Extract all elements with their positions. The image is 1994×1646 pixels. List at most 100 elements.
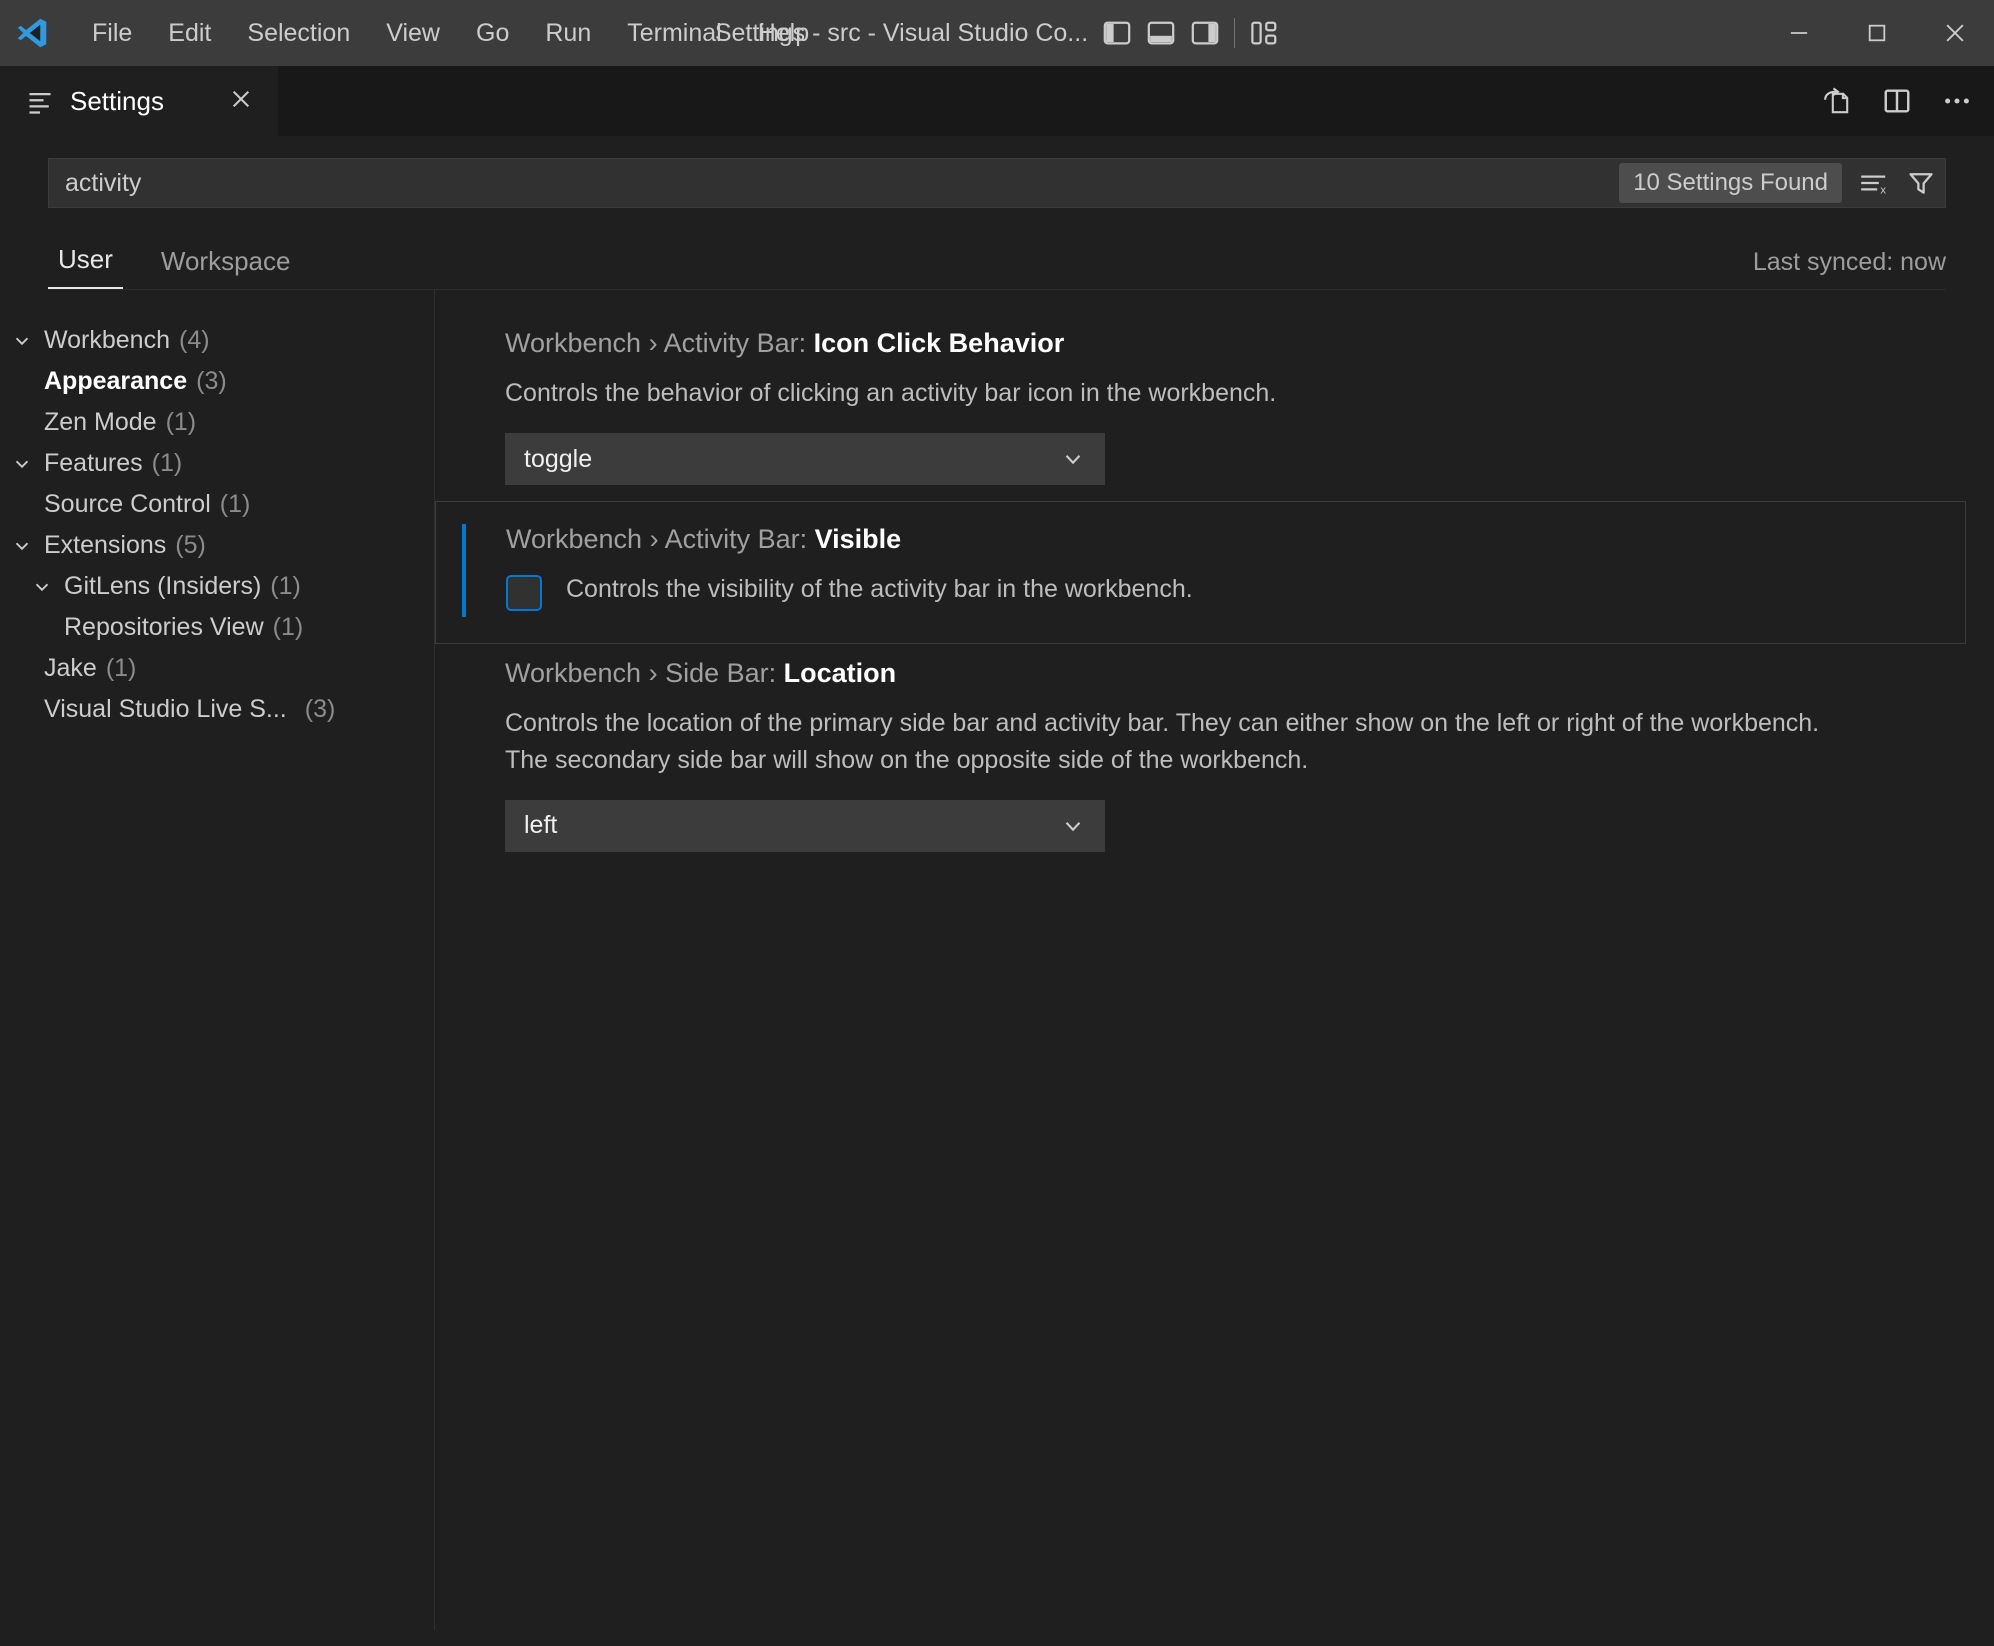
menu-item-edit[interactable]: Edit (150, 12, 229, 54)
minimize-button[interactable] (1760, 0, 1838, 66)
tab-settings[interactable]: Settings (0, 66, 278, 136)
setting-title-middle: Side Bar: (665, 658, 777, 689)
toc-item-gitlens-insiders[interactable]: GitLens (Insiders) (1) (0, 566, 434, 607)
menu-item-view[interactable]: View (368, 12, 458, 54)
setting-item-icon-click-behavior[interactable]: Workbench › Activity Bar: Icon Click Beh… (435, 314, 1966, 501)
toc-item-count: (4) (179, 326, 210, 354)
setting-title: Workbench › Activity Bar: Icon Click Beh… (505, 328, 1065, 358)
toc-item-label: Zen Mode (44, 408, 157, 436)
menu-bar: File Edit Selection View Go Run Terminal… (74, 12, 827, 54)
select-value: left (524, 811, 558, 840)
chevron-down-icon[interactable] (1060, 813, 1086, 839)
select-value: toggle (524, 444, 593, 473)
more-actions-icon[interactable] (1942, 86, 1972, 116)
menu-item-help[interactable]: Help (740, 12, 827, 54)
setting-description: Controls the visibility of the activity … (566, 575, 1193, 604)
toc-item-count: (3) (196, 367, 227, 395)
setting-item-activity-bar-visible[interactable]: Workbench › Activity Bar: Visible Contro… (435, 501, 1966, 645)
toc-item-repositories-view[interactable]: Repositories View (1) (0, 607, 434, 648)
menu-item-file[interactable]: File (74, 12, 150, 54)
customize-layout-icon[interactable] (1249, 18, 1279, 48)
menu-item-run[interactable]: Run (527, 12, 609, 54)
toc-item-source-control[interactable]: Source Control (1) (0, 484, 434, 525)
setting-checkbox-row: Controls the visibility of the activity … (506, 571, 1905, 612)
setting-title: Workbench › Activity Bar: Visible (506, 524, 902, 555)
toc-item-label: Source Control (44, 490, 211, 518)
chevron-down-icon[interactable] (0, 330, 44, 352)
chevron-down-icon[interactable] (0, 453, 44, 475)
setting-title-prefix: Workbench (505, 328, 642, 358)
search-controls: 10 Settings Found x (1619, 158, 1936, 208)
editor-actions (1820, 66, 1972, 136)
maximize-button[interactable] (1838, 0, 1916, 66)
setting-select-side-bar-location[interactable]: left (505, 799, 1105, 852)
toc-item-zen-mode[interactable]: Zen Mode (1) (0, 402, 434, 443)
setting-title-name: Visible (814, 524, 902, 555)
setting-select-icon-click-behavior[interactable]: toggle (505, 433, 1105, 486)
toc-item-visual-studio-live-share[interactable]: Visual Studio Live S... (3) (0, 689, 434, 730)
filter-settings-icon[interactable] (1906, 169, 1936, 197)
toc-item-label: GitLens (Insiders) (64, 572, 262, 600)
chevron-down-icon[interactable] (20, 576, 64, 598)
title-bar: File Edit Selection View Go Run Terminal… (0, 0, 1994, 66)
settings-results-list[interactable]: Workbench › Activity Bar: Icon Click Beh… (435, 290, 1994, 1630)
setting-description: Controls the behavior of clicking an act… (505, 379, 1277, 407)
toc-item-count: (1) (272, 613, 304, 641)
setting-description: Controls the location of the primary sid… (505, 709, 1820, 774)
tab-workspace[interactable]: Workspace (151, 246, 301, 289)
toggle-primary-sidebar-icon[interactable] (1102, 18, 1132, 48)
menu-item-terminal[interactable]: Terminal (609, 12, 739, 54)
toc-item-label: Repositories View (64, 613, 264, 641)
close-button[interactable] (1916, 0, 1994, 66)
settings-body: Workbench (4) Appearance (3) Zen Mode (1… (0, 290, 1994, 1630)
toc-item-count: (1) (219, 490, 251, 518)
toc-item-label: Extensions (44, 531, 167, 559)
toc-item-count: (3) (304, 695, 336, 723)
settings-header: activity 10 Settings Found x User Worksp… (0, 136, 1994, 290)
tab-user[interactable]: User (48, 244, 123, 289)
vscode-logo-icon (0, 15, 64, 51)
toggle-panel-icon[interactable] (1146, 18, 1176, 48)
setting-checkbox-activity-bar-visible[interactable] (506, 575, 542, 612)
toc-item-extensions[interactable]: Extensions (5) (0, 525, 434, 566)
setting-title-middle: Activity Bar: (664, 524, 808, 555)
last-synced-label: Last synced: now (1752, 248, 1946, 276)
settings-found-badge: 10 Settings Found (1619, 163, 1842, 203)
toc-item-label: Workbench (44, 326, 170, 354)
setting-item-side-bar-location[interactable]: Workbench › Side Bar: Location Controls … (435, 644, 1966, 868)
chevron-down-icon[interactable] (0, 535, 44, 557)
search-input-value: activity (65, 168, 142, 197)
close-icon[interactable] (228, 86, 254, 117)
search-row: activity 10 Settings Found x (48, 158, 1946, 208)
toc-item-label: Appearance (44, 367, 188, 395)
open-settings-json-icon[interactable] (1820, 85, 1852, 117)
setting-title: Workbench › Side Bar: Location (505, 658, 897, 689)
toc-item-workbench[interactable]: Workbench (4) (0, 320, 434, 361)
editor-tab-bar: Settings (0, 66, 1994, 136)
toc-item-jake[interactable]: Jake (1) (0, 648, 434, 689)
setting-title-prefix: Workbench (506, 524, 643, 555)
toc-item-count: (1) (165, 408, 197, 436)
scope-tabs: User Workspace Last synced: now (48, 234, 1946, 290)
toc-item-count: (1) (151, 449, 183, 477)
toc-item-features[interactable]: Features (1) (0, 443, 434, 484)
svg-text:x: x (1880, 184, 1886, 196)
settings-list-icon (26, 88, 54, 116)
toc-item-count: (1) (270, 572, 301, 600)
toc-item-label: Visual Studio Live S... (44, 695, 287, 723)
toc-item-appearance[interactable]: Appearance (3) (0, 361, 434, 402)
chevron-down-icon[interactable] (1060, 446, 1086, 472)
menu-item-go[interactable]: Go (458, 12, 527, 54)
setting-title-prefix: Workbench (505, 658, 642, 689)
split-editor-icon[interactable] (1882, 86, 1912, 116)
window-controls (1760, 0, 1994, 66)
toc-item-count: (1) (105, 654, 137, 682)
setting-title-name: Icon Click Behavior (813, 328, 1065, 358)
toggle-secondary-sidebar-icon[interactable] (1190, 18, 1220, 48)
tab-label: Settings (70, 86, 164, 116)
clear-settings-search-icon[interactable]: x (1858, 170, 1890, 196)
menu-item-selection[interactable]: Selection (229, 12, 368, 54)
settings-toc: Workbench (4) Appearance (3) Zen Mode (1… (0, 290, 435, 1630)
setting-title-middle: Activity Bar: (663, 328, 807, 358)
toc-item-label: Jake (44, 654, 97, 682)
